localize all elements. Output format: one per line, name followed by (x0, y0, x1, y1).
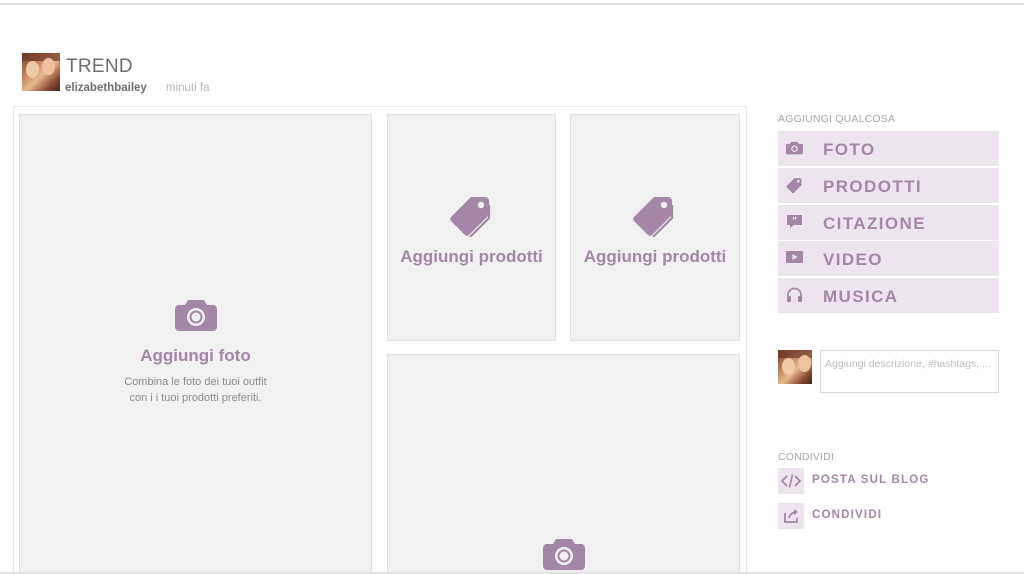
add-products-label: PRODOTTI (823, 177, 923, 196)
share-heading: CONDIVIDI (778, 451, 835, 463)
add-photo-button[interactable]: FOTO (778, 131, 999, 166)
avatar (778, 350, 812, 384)
add-products-label: Aggiungi prodotti (400, 247, 543, 266)
tag-icon (786, 178, 802, 194)
add-video-label: VIDEO (823, 250, 883, 269)
play-icon (786, 251, 803, 263)
tag-icon (450, 197, 491, 237)
add-something-heading: AGGIUNGI QUALCOSA (778, 113, 896, 125)
share-icon (778, 503, 804, 529)
description-input[interactable] (820, 350, 999, 393)
share-button[interactable]: CONDIVIDI (778, 503, 938, 529)
add-quote-button[interactable]: ” CITAZIONE (778, 205, 999, 240)
add-products-button[interactable]: PRODOTTI (778, 168, 999, 203)
post-to-blog-button[interactable]: POSTA SUL BLOG (778, 468, 938, 494)
code-icon (778, 468, 804, 494)
add-photo-label: FOTO (823, 140, 876, 159)
add-photo-slot-secondary[interactable] (387, 354, 740, 574)
post-to-blog-label: POSTA SUL BLOG (812, 474, 930, 486)
avatar[interactable] (22, 53, 60, 91)
trend-editor-page: TREND elizabethbailey minuti fa Aggiungi… (0, 0, 1024, 574)
tag-icon (633, 197, 674, 237)
quote-icon: ” (787, 215, 802, 228)
add-products-label: Aggiungi prodotti (583, 247, 727, 266)
svg-text:”: ” (792, 216, 797, 225)
add-photo-description-line1: Combina le foto dei tuoi outfit (124, 376, 267, 388)
add-video-button[interactable]: VIDEO (778, 241, 999, 276)
add-quote-label: CITAZIONE (823, 214, 926, 233)
top-divider (0, 3, 1024, 5)
timestamp: minuti fa (166, 82, 210, 94)
camera-icon (786, 141, 803, 155)
username-link[interactable]: elizabethbailey (65, 82, 147, 94)
page-title: TREND (66, 56, 133, 77)
add-photo-slot[interactable]: Aggiungi foto Combina le foto dei tuoi o… (19, 114, 372, 574)
add-products-slot[interactable]: Aggiungi prodotti (387, 114, 556, 341)
add-music-button[interactable]: MUSICA (778, 278, 999, 313)
headphones-icon (787, 287, 802, 302)
add-music-label: MUSICA (823, 287, 899, 306)
camera-icon (543, 539, 585, 570)
add-products-slot[interactable]: Aggiungi prodotti (570, 114, 740, 341)
camera-icon (175, 300, 217, 331)
add-photo-label: Aggiungi foto (140, 346, 251, 365)
add-photo-description-line2: con i i tuoi prodotti preferiti. (129, 392, 262, 404)
share-label: CONDIVIDI (812, 509, 883, 521)
